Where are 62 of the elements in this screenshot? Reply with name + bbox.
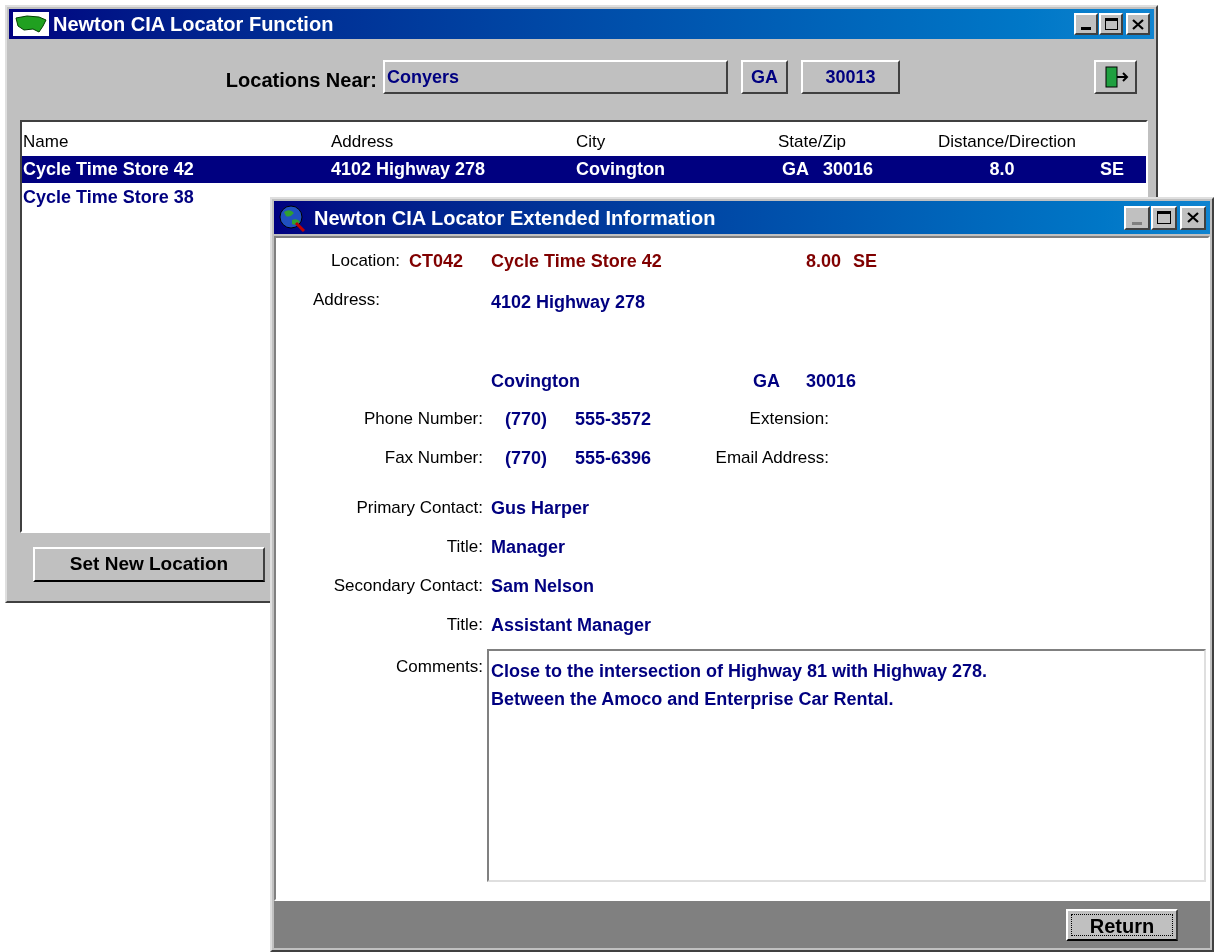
column-header: City [575, 130, 607, 153]
minimize-button[interactable] [1074, 13, 1098, 35]
state-value: GA [753, 369, 781, 393]
table-cell-text: Cycle Time Store 42 [22, 158, 195, 181]
set-new-location-button[interactable]: Set New Location [33, 547, 265, 582]
globe-icon [278, 203, 306, 232]
contact-value: Gus Harper [491, 496, 590, 520]
window-title: Newton CIA Locator Extended Information [314, 205, 717, 231]
comments-field[interactable]: Close to the intersection of Highway 81 with Highway 278. Between the Amoco and Enterprise Car Rental. [487, 649, 1206, 882]
contact-value: Manager [491, 535, 566, 559]
table-cell-text: 8.0 [988, 158, 1016, 181]
close-button[interactable] [1180, 205, 1206, 230]
table-cell-text: GA [782, 158, 810, 181]
location-label: Location: [330, 250, 400, 273]
contact-label: Secondary Contact: [332, 575, 483, 598]
close-icon [1132, 18, 1144, 30]
column-header: Address [330, 130, 395, 153]
table-cell-text: SE [1100, 158, 1124, 181]
window-title: Newton CIA Locator Function [53, 12, 335, 37]
list-row[interactable]: Cycle Time Store 42 4102 Highway 278 Covington GA 30016 8.0 SE [22, 156, 1146, 183]
close-button[interactable] [1126, 13, 1150, 35]
contact-value: Sam Nelson [491, 574, 595, 598]
locations-near-label: Locations Near: [225, 68, 377, 93]
fax-number: 555-6396 [575, 446, 653, 470]
table-cell-text: 30016 [823, 158, 874, 181]
city-field[interactable]: Conyers [383, 60, 728, 94]
fax-label: Fax Number: [383, 447, 483, 470]
extension-label: Extension: [748, 408, 829, 431]
phone-label: Phone Number: [362, 408, 483, 431]
contact-label: Title: [445, 536, 483, 559]
location-name: Cycle Time Store 42 [491, 249, 663, 273]
exit-button[interactable] [1094, 60, 1137, 94]
contact-label: Title: [445, 614, 483, 637]
close-icon [1187, 212, 1199, 223]
contact-label: Primary Contact: [355, 497, 483, 520]
return-button[interactable]: Return [1066, 908, 1178, 941]
address-label: Address: [313, 289, 382, 311]
table-cell-text: 4102 Highway 278 [330, 158, 487, 181]
distance-value: 8.00 [806, 249, 842, 273]
direction-value: SE [853, 249, 878, 273]
zip-value: 30016 [806, 369, 857, 393]
contact-value: Assistant Manager [491, 613, 652, 637]
map-icon [13, 12, 49, 36]
door-exit-icon [1102, 65, 1129, 89]
maximize-button[interactable] [1151, 205, 1177, 230]
table-cell-text: Covington [575, 158, 666, 181]
city-value: Covington [491, 369, 581, 393]
table-cell-text: Cycle Time Store 38 [22, 186, 195, 209]
comments-label: Comments: [395, 656, 483, 678]
maximize-button[interactable] [1099, 13, 1123, 35]
zip-button[interactable]: 30013 [801, 60, 900, 94]
column-header: Name [22, 130, 70, 153]
area-code: (770) [505, 446, 549, 470]
address-value: 4102 Highway 278 [491, 290, 646, 314]
state-button[interactable]: GA [741, 60, 788, 94]
email-label: Email Address: [714, 447, 829, 470]
area-code: (770) [505, 407, 549, 431]
column-header: State/Zip [777, 130, 848, 153]
column-header: Distance/Direction [937, 130, 1077, 153]
minimize-button[interactable] [1124, 205, 1150, 230]
phone-number: 555-3572 [575, 407, 653, 431]
location-code: CT042 [409, 249, 465, 273]
